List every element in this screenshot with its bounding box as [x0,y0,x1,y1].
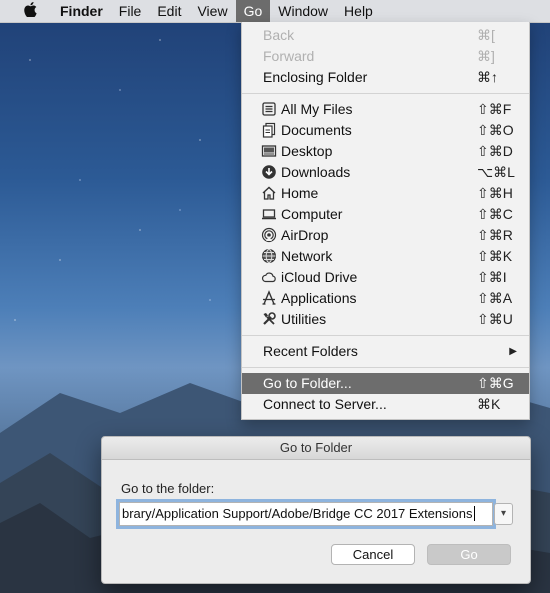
cancel-button[interactable]: Cancel [331,544,415,565]
utilities-icon [261,311,277,327]
applications-icon [261,290,277,306]
airdrop-icon [261,227,277,243]
apple-menu-icon[interactable] [18,1,42,21]
desktop-icon [261,143,277,159]
menu-item-computer[interactable]: Computer ⇧⌘C [242,204,529,225]
menu-item-go-to-folder[interactable]: Go to Folder... ⇧⌘G [242,373,529,394]
menu-item-network[interactable]: Network ⇧⌘K [242,246,529,267]
documents-icon [261,122,277,138]
menu-separator [242,367,529,368]
menu-go[interactable]: Go [235,0,271,22]
downloads-icon [261,164,277,180]
menu-item-back[interactable]: Back ⌘[ [242,25,529,46]
menu-item-forward[interactable]: Forward ⌘] [242,46,529,67]
text-caret [473,506,475,521]
menu-help[interactable]: Help [336,0,381,22]
folder-path-input[interactable]: brary/Application Support/Adobe/Bridge C… [119,502,493,526]
menu-separator [242,93,529,94]
home-icon [261,185,277,201]
menu-item-desktop[interactable]: Desktop ⇧⌘D [242,141,529,162]
path-history-dropdown[interactable]: ▾ [494,503,513,525]
menu-item-icloud-drive[interactable]: iCloud Drive ⇧⌘I [242,267,529,288]
submenu-arrow-icon: ▶ [509,346,517,357]
menu-item-connect-to-server[interactable]: Connect to Server... ⌘K [242,394,529,415]
folder-path-value: brary/Application Support/Adobe/Bridge C… [122,506,473,521]
icloud-icon [261,269,277,285]
go-menu-dropdown: Back ⌘[ Forward ⌘] Enclosing Folder ⌘↑ A… [241,22,530,420]
network-icon [261,248,277,264]
menu-item-documents[interactable]: Documents ⇧⌘O [242,120,529,141]
chevron-down-icon: ▾ [500,508,507,519]
menu-file[interactable]: File [111,0,150,22]
menu-item-downloads[interactable]: Downloads ⌥⌘L [242,162,529,183]
menu-bar: Finder File Edit View Go Window Help [0,0,550,23]
menu-window[interactable]: Window [270,0,336,22]
menu-item-airdrop[interactable]: AirDrop ⇧⌘R [242,225,529,246]
menu-item-applications[interactable]: Applications ⇧⌘A [242,288,529,309]
menu-finder[interactable]: Finder [52,0,111,22]
all-files-icon [261,101,277,117]
go-to-folder-dialog: Go to Folder Go to the folder: brary/App… [101,436,531,584]
menu-item-utilities[interactable]: Utilities ⇧⌘U [242,309,529,330]
menu-item-enclosing-folder[interactable]: Enclosing Folder ⌘↑ [242,67,529,88]
menu-separator [242,335,529,336]
menu-edit[interactable]: Edit [149,0,189,22]
dialog-title: Go to Folder [102,437,530,460]
menu-item-home[interactable]: Home ⇧⌘H [242,183,529,204]
computer-icon [261,206,277,222]
menu-item-recent-folders[interactable]: Recent Folders ▶ [242,341,529,362]
dialog-prompt: Go to the folder: [121,481,215,496]
menu-view[interactable]: View [189,0,235,22]
go-button[interactable]: Go [427,544,511,565]
menu-item-all-my-files[interactable]: All My Files ⇧⌘F [242,99,529,120]
